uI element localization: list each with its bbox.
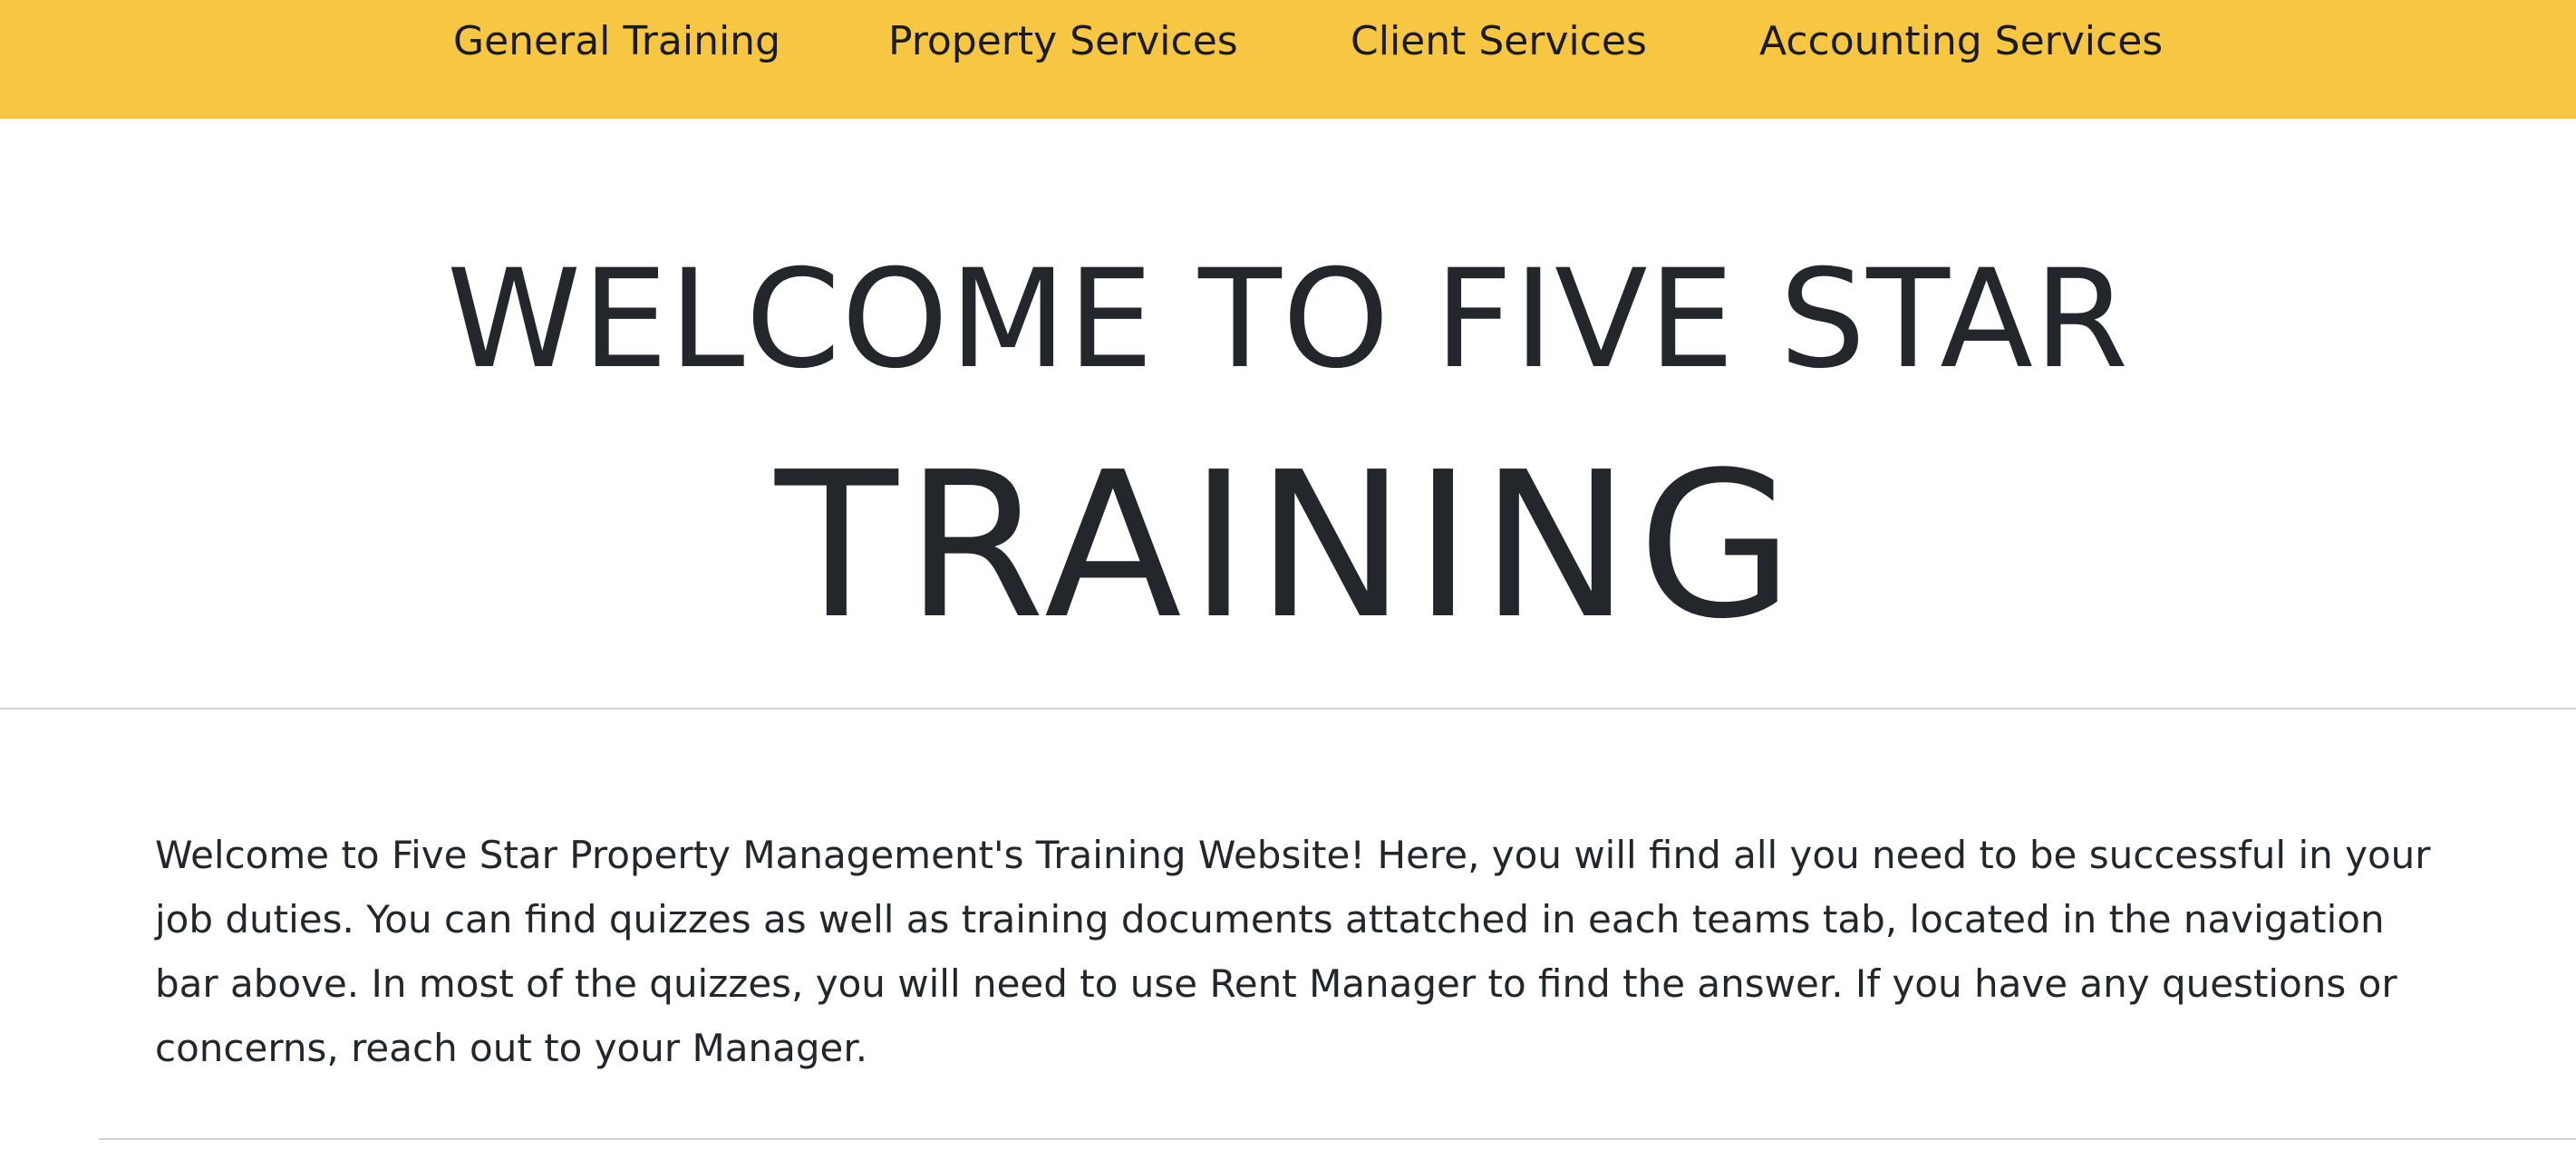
nav-client-services[interactable]: Client Services xyxy=(1351,0,1647,83)
hero-subtitle: TRAINING xyxy=(775,430,1801,663)
intro-paragraph: Welcome to Five Star Property Management… xyxy=(155,833,2431,1070)
nav-general-training[interactable]: General Training xyxy=(453,0,780,83)
top-navigation-bar: General Training Property Services Clien… xyxy=(0,0,2576,119)
header-divider xyxy=(0,708,2576,710)
nav-property-services[interactable]: Property Services xyxy=(888,0,1238,83)
content-divider xyxy=(99,1138,2576,1140)
hero-title: WELCOME TO FIVE STAR xyxy=(446,241,2130,399)
nav-accounting-services[interactable]: Accounting Services xyxy=(1759,0,2163,83)
